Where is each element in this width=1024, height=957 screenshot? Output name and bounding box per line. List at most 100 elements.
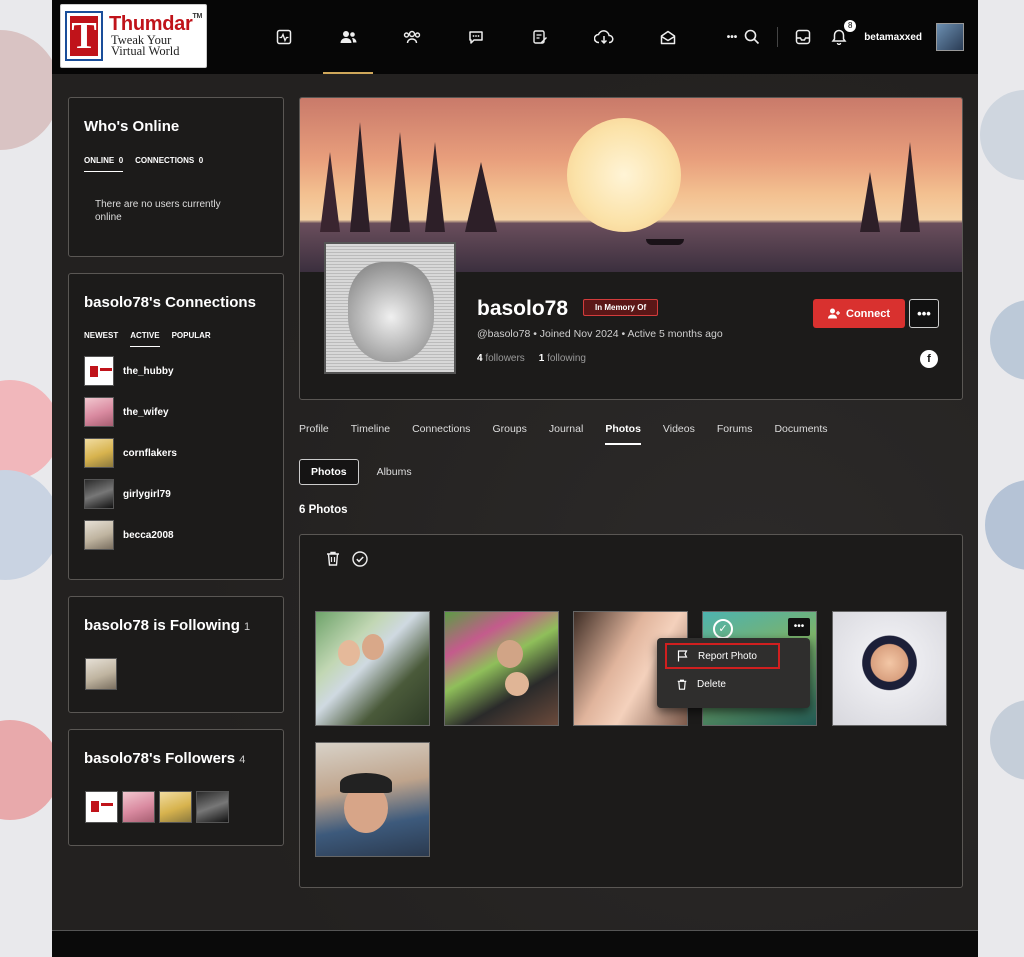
avatar[interactable] <box>85 791 118 823</box>
photo-more-button[interactable]: ••• <box>788 618 810 636</box>
groups-icon <box>403 30 421 44</box>
add-user-icon <box>828 308 840 319</box>
connection-name[interactable]: the_hubby <box>123 366 174 377</box>
facebook-icon[interactable]: f <box>920 350 938 368</box>
avatar[interactable] <box>84 520 114 550</box>
select-all-icon[interactable] <box>352 551 368 567</box>
inbox-icon <box>795 29 811 45</box>
connection-name[interactable]: becca2008 <box>123 530 174 541</box>
following-link[interactable]: 1 following <box>539 353 586 364</box>
tab-online[interactable]: ONLINE 0 <box>84 156 124 172</box>
nav-messages[interactable] <box>636 0 700 74</box>
header-avatar[interactable] <box>936 23 964 51</box>
header-username[interactable]: betamaxxed <box>864 32 922 43</box>
nav-journal[interactable] <box>508 0 572 74</box>
list-item[interactable]: the_hubby <box>84 356 177 386</box>
avatar[interactable] <box>159 791 192 823</box>
photo-toolbar <box>326 551 368 567</box>
profile-tabs: Profile Timeline Connections Groups Jour… <box>299 423 850 445</box>
download-icon <box>594 30 614 45</box>
tab-newest[interactable]: NEWEST <box>84 331 118 347</box>
cover-tree <box>425 142 445 232</box>
tab-journal[interactable]: Journal <box>549 423 583 445</box>
followers-widget: basolo78's Followers 4 <box>68 729 284 846</box>
connections-list: the_hubby the_wifey cornflakers girlygir… <box>84 356 177 561</box>
followers-link[interactable]: 4 followers <box>477 353 525 364</box>
online-empty-text: There are no users currently online <box>95 199 221 223</box>
profile-avatar[interactable] <box>324 242 456 374</box>
connection-name[interactable]: cornflakers <box>123 448 177 459</box>
notifications-button[interactable]: 8 <box>828 20 857 48</box>
avatar[interactable] <box>85 658 117 690</box>
trash-icon[interactable] <box>326 551 340 566</box>
site-logo[interactable]: T ThumdarTM Tweak Your Virtual World <box>60 4 207 68</box>
tab-connections[interactable]: Connections <box>412 423 470 445</box>
list-item[interactable]: becca2008 <box>84 520 177 550</box>
avatar-face <box>348 262 434 362</box>
avatar[interactable] <box>196 791 229 823</box>
avatar[interactable] <box>84 397 114 427</box>
avatar[interactable] <box>122 791 155 823</box>
photo-thumbnail[interactable] <box>832 611 947 726</box>
members-icon <box>340 31 356 43</box>
logo-mark: T <box>65 11 103 61</box>
bell-icon <box>831 29 847 45</box>
tab-profile[interactable]: Profile <box>299 423 329 445</box>
profile-header-card: basolo78 In Memory Of @basolo78 • Joined… <box>299 97 963 400</box>
report-photo-menu-item[interactable]: Report Photo <box>665 643 780 669</box>
whos-online-title: Who's Online <box>84 118 180 135</box>
journal-icon <box>533 30 547 44</box>
followers-avatars <box>85 791 229 823</box>
connection-name[interactable]: the_wifey <box>123 407 169 418</box>
tab-videos[interactable]: Videos <box>663 423 695 445</box>
photo-thumbnail[interactable] <box>315 611 430 726</box>
nav-members[interactable] <box>316 0 380 74</box>
nav-groups[interactable] <box>380 0 444 74</box>
tab-forums[interactable]: Forums <box>717 423 753 445</box>
profile-more-button[interactable]: ••• <box>909 299 939 328</box>
tab-documents[interactable]: Documents <box>774 423 827 445</box>
delete-label: Delete <box>697 678 726 690</box>
cover-tree <box>320 152 340 232</box>
photo-count: 6 Photos <box>299 504 348 516</box>
inbox-button[interactable] <box>792 26 814 48</box>
memorial-badge: In Memory Of <box>583 299 659 316</box>
connect-button[interactable]: Connect <box>813 299 905 328</box>
photo-thumbnail[interactable] <box>444 611 559 726</box>
cover-tree <box>860 172 880 232</box>
nav-downloads[interactable] <box>572 0 636 74</box>
tab-timeline[interactable]: Timeline <box>351 423 390 445</box>
avatar[interactable] <box>84 356 114 386</box>
cover-sun <box>567 118 681 232</box>
tab-photos[interactable]: Photos <box>605 423 641 445</box>
cover-tree <box>465 162 497 232</box>
cover-tree <box>350 122 370 232</box>
photo-subject <box>505 672 529 696</box>
search-button[interactable] <box>741 26 763 48</box>
forums-icon <box>469 30 483 44</box>
tab-active[interactable]: ACTIVE <box>130 331 160 347</box>
list-item[interactable]: the_wifey <box>84 397 177 427</box>
photo-subject <box>338 640 360 666</box>
tab-groups[interactable]: Groups <box>492 423 526 445</box>
avatar[interactable] <box>84 479 114 509</box>
list-item[interactable]: cornflakers <box>84 438 177 468</box>
cover-tree <box>900 142 920 232</box>
subtab-albums[interactable]: Albums <box>377 466 412 478</box>
tab-popular[interactable]: POPULAR <box>172 331 211 347</box>
avatar[interactable] <box>84 438 114 468</box>
nav-forums[interactable] <box>444 0 508 74</box>
profile-name: basolo78 <box>477 297 569 320</box>
select-check-icon[interactable]: ✓ <box>713 619 733 639</box>
header-actions: 8 betamaxxed <box>741 0 964 74</box>
delete-menu-item[interactable]: Delete <box>657 671 810 697</box>
flag-icon <box>677 650 688 662</box>
subtab-photos[interactable]: Photos <box>299 459 359 485</box>
nav-activity[interactable] <box>252 0 316 74</box>
connection-name[interactable]: girlygirl79 <box>123 489 171 500</box>
tab-connections-online[interactable]: CONNECTIONS 0 <box>135 156 203 172</box>
photo-subject <box>362 634 384 660</box>
photo-thumbnail[interactable] <box>315 742 430 857</box>
whos-online-tabs: ONLINE 0 CONNECTIONS 0 <box>84 156 203 172</box>
list-item[interactable]: girlygirl79 <box>84 479 177 509</box>
